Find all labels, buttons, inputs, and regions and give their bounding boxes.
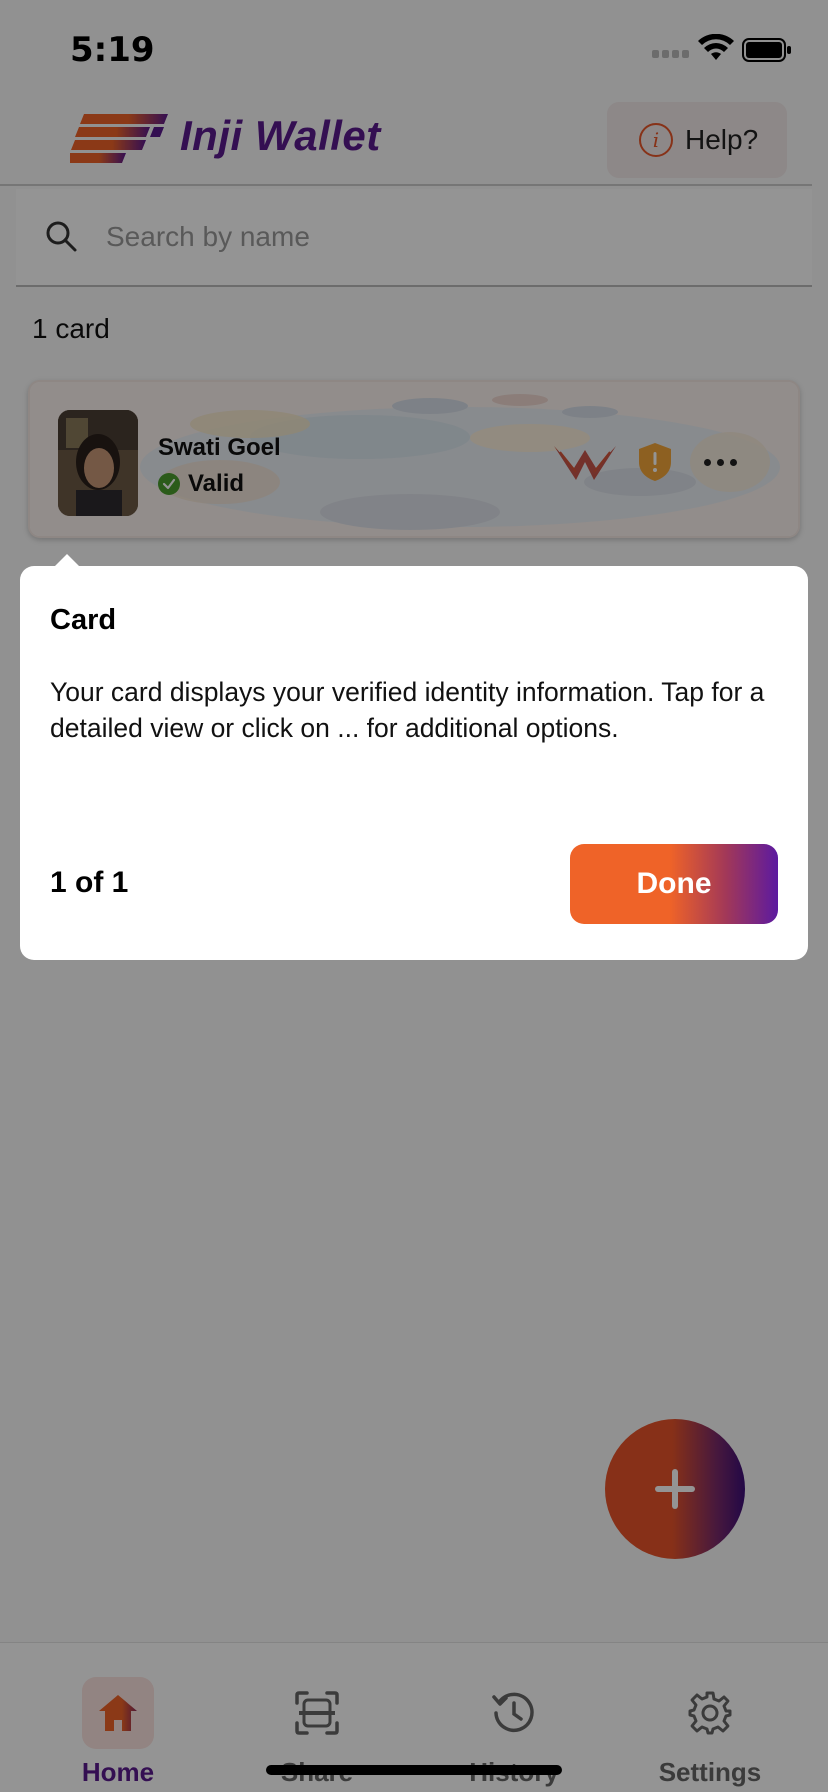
tooltip-body: Your card displays your verified identit… bbox=[50, 677, 765, 743]
home-indicator bbox=[266, 1765, 562, 1775]
onboarding-tooltip: Card Your card displays your verified id… bbox=[20, 566, 808, 960]
done-button[interactable]: Done bbox=[570, 844, 778, 924]
tooltip-step-counter: 1 of 1 bbox=[50, 866, 129, 899]
card-highlight bbox=[28, 380, 800, 538]
tooltip-title: Card bbox=[50, 604, 117, 636]
